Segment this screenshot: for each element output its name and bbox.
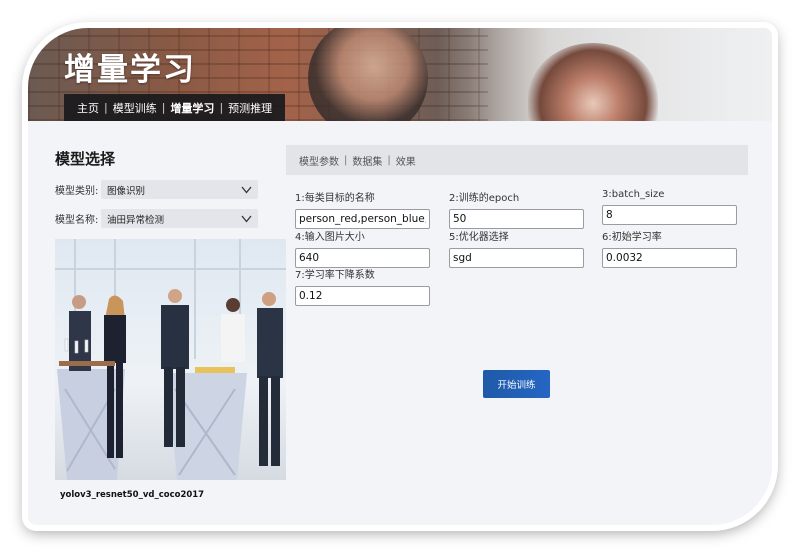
class-names-label: 1:每类目标的名称 (295, 193, 375, 204)
lr-decay-label: 7:学习率下降系数 (295, 270, 375, 281)
model-name-select[interactable]: 油田异常检测 (101, 209, 258, 228)
model-preview-image (55, 239, 286, 480)
banner-person-man (308, 28, 428, 121)
nav-item-incremental-learning[interactable]: 增量学习 (165, 100, 219, 116)
param-tabs: 模型参数 | 数据集 | 效果 (286, 145, 748, 175)
field-learning-rate: 6:初始学习率 (602, 228, 737, 268)
model-category-select[interactable]: 图像识别 (101, 180, 258, 199)
model-category-value: 图像识别 (107, 185, 146, 197)
model-name-label: 模型名称: (55, 215, 99, 226)
field-class-names: 1:每类目标的名称 (295, 189, 430, 229)
optimizer-input[interactable] (449, 248, 584, 268)
top-nav: 主页 | 模型训练 | 增量学习 | 预测推理 (64, 94, 286, 121)
tab-model-params[interactable]: 模型参数 (296, 153, 342, 168)
lr-decay-input[interactable] (295, 286, 430, 306)
epoch-label: 2:训练的epoch (449, 193, 520, 204)
field-epoch: 2:训练的epoch (449, 189, 584, 229)
chevron-down-icon (241, 215, 252, 223)
nav-item-home[interactable]: 主页 (72, 100, 104, 116)
chevron-down-icon (241, 186, 252, 194)
field-lr-decay: 7:学习率下降系数 (295, 266, 430, 306)
class-names-input[interactable] (295, 209, 430, 229)
model-select-heading: 模型选择 (55, 150, 116, 168)
field-optimizer: 5:优化器选择 (449, 228, 584, 268)
learning-rate-input[interactable] (602, 248, 737, 268)
nav-item-prediction[interactable]: 预测推理 (223, 100, 277, 116)
input-size-input[interactable] (295, 248, 430, 268)
field-input-size: 4:输入图片大小 (295, 228, 430, 268)
input-size-label: 4:输入图片大小 (295, 232, 365, 243)
page-title: 增量学习 (64, 52, 196, 88)
model-category-label: 模型类别: (55, 186, 99, 197)
model-name-row: 模型名称: 油田异常检测 (55, 209, 258, 228)
model-name-caption: yolov3_resnet50_vd_coco2017 (60, 490, 205, 500)
tab-divider: | (344, 154, 348, 166)
model-name-value: 油田异常检测 (107, 214, 165, 226)
nav-item-model-training[interactable]: 模型训练 (108, 100, 162, 116)
field-batch-size: 3:batch_size (602, 189, 737, 225)
app-window: 增量学习 主页 | 模型训练 | 增量学习 | 预测推理 模型选择 模型类别: … (28, 28, 772, 525)
batch-size-label: 3:batch_size (602, 189, 665, 200)
optimizer-label: 5:优化器选择 (449, 232, 509, 243)
batch-size-input[interactable] (602, 205, 737, 225)
model-category-row: 模型类别: 图像识别 (55, 180, 258, 199)
tab-dataset[interactable]: 数据集 (349, 153, 385, 168)
tab-results[interactable]: 效果 (393, 153, 419, 168)
epoch-input[interactable] (449, 209, 584, 229)
start-training-button[interactable]: 开始训练 (483, 370, 550, 398)
tab-divider: | (387, 154, 391, 166)
people-meeting-photo (55, 239, 286, 480)
header-banner: 增量学习 主页 | 模型训练 | 增量学习 | 预测推理 (28, 28, 772, 121)
learning-rate-label: 6:初始学习率 (602, 232, 662, 243)
